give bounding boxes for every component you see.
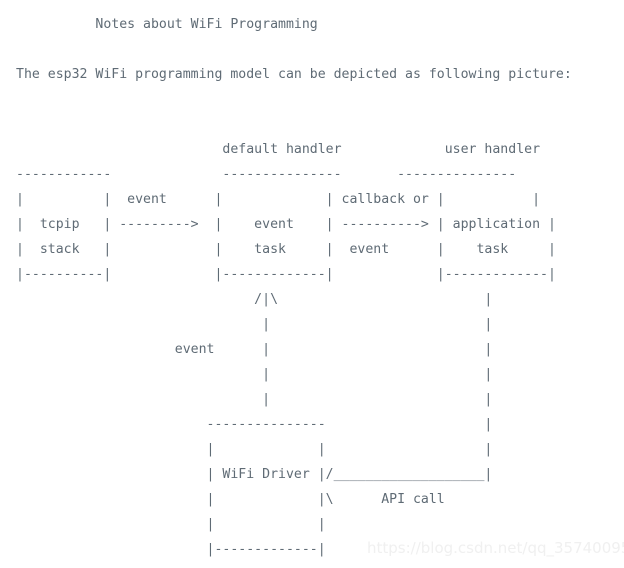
page-title: Notes about WiFi Programming bbox=[16, 17, 318, 32]
wifi-programming-model-ascii-diagram: default handler user handler -----------… bbox=[16, 142, 556, 557]
intro-paragraph: The esp32 WiFi programming model can be … bbox=[16, 67, 572, 82]
csdn-watermark: https://blog.csdn.net/qq_35740095 bbox=[367, 539, 624, 557]
document-body: Notes about WiFi Programming The esp32 W… bbox=[0, 0, 624, 568]
